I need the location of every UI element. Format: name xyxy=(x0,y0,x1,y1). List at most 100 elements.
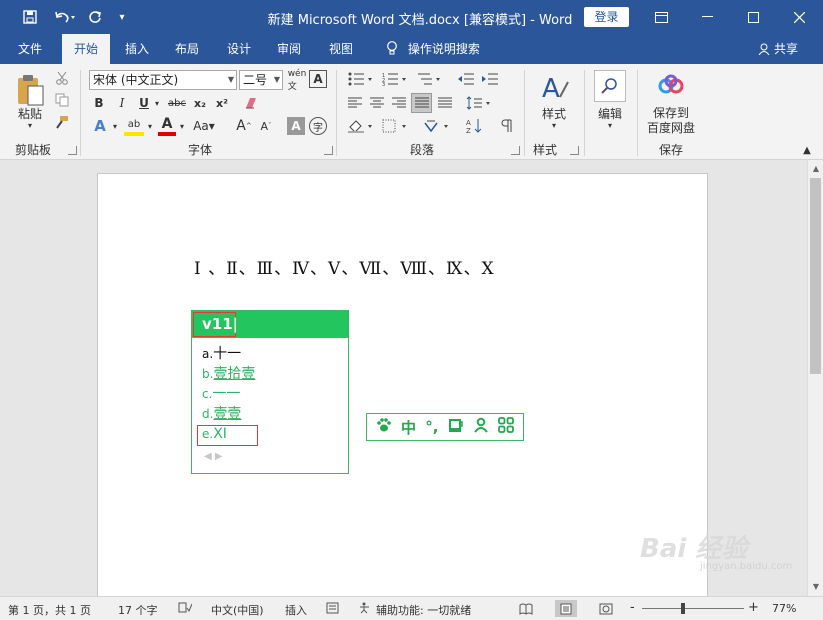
zoom-slider-thumb[interactable] xyxy=(681,603,685,614)
tab-review[interactable]: 审阅 xyxy=(266,34,312,64)
styles-launcher-icon[interactable] xyxy=(570,146,579,155)
ribbon-display-icon[interactable] xyxy=(638,0,684,34)
highlight-dropdown-icon[interactable]: ▾ xyxy=(145,116,155,136)
ime-candidate-b[interactable]: b.壹拾壹 xyxy=(202,364,255,384)
copy-icon[interactable] xyxy=(54,92,70,108)
ime-punctuation-toggle[interactable]: °, xyxy=(425,418,438,436)
bullets-icon[interactable] xyxy=(346,70,376,88)
grid-icon[interactable] xyxy=(498,417,515,437)
font-color-icon[interactable]: A xyxy=(158,116,176,136)
ime-candidate-a[interactable]: a.十一 xyxy=(202,344,255,364)
styles-icon[interactable]: A xyxy=(538,70,572,104)
close-icon[interactable] xyxy=(776,0,822,34)
collapse-ribbon-icon[interactable]: ▲ xyxy=(800,144,814,156)
maximize-icon[interactable] xyxy=(730,0,776,34)
zoom-in-button[interactable]: + xyxy=(748,600,759,615)
shrink-font-icon[interactable]: Aˇ xyxy=(257,116,275,136)
font-color-dropdown-icon[interactable]: ▾ xyxy=(177,116,187,136)
minimize-icon[interactable] xyxy=(684,0,730,34)
clipboard-launcher-icon[interactable] xyxy=(68,146,77,155)
align-left-icon[interactable] xyxy=(346,94,364,112)
tab-file[interactable]: 文件 xyxy=(6,34,54,64)
subscript-icon[interactable]: x₂ xyxy=(191,94,209,112)
enclose-characters-icon[interactable]: 字 xyxy=(309,117,327,135)
macro-icon[interactable] xyxy=(326,602,339,617)
share-button[interactable]: 共享 xyxy=(758,34,798,64)
cup-icon[interactable] xyxy=(448,417,464,437)
phonetic-guide-icon[interactable]: wén 文 xyxy=(287,69,307,92)
scroll-down-icon[interactable]: ▼ xyxy=(808,580,823,594)
ime-candidate-d[interactable]: d.壹壹 xyxy=(202,404,255,424)
editing-icon[interactable] xyxy=(594,70,626,102)
distributed-icon[interactable] xyxy=(436,94,454,112)
justify-icon[interactable] xyxy=(411,93,432,113)
clear-formatting-icon[interactable] xyxy=(243,94,261,112)
baidu-netdisk-icon[interactable] xyxy=(656,72,686,100)
save-icon[interactable] xyxy=(18,0,42,34)
accessibility-status[interactable]: 辅助功能: 一切就绪 xyxy=(376,602,471,618)
underline-icon[interactable]: U xyxy=(136,94,152,112)
character-border-icon[interactable]: A xyxy=(309,70,327,88)
styles-dropdown-icon[interactable]: ▾ xyxy=(546,120,562,130)
multilevel-list-icon[interactable] xyxy=(414,70,444,88)
grow-font-icon[interactable]: A ^ xyxy=(235,116,253,136)
increase-indent-icon[interactable] xyxy=(480,70,500,88)
format-painter-icon[interactable] xyxy=(54,114,70,130)
font-launcher-icon[interactable] xyxy=(324,146,333,155)
numbering-icon[interactable]: 123 xyxy=(380,70,410,88)
paste-dropdown-icon[interactable]: ▾ xyxy=(22,120,38,130)
show-marks-icon[interactable] xyxy=(496,117,516,135)
language[interactable]: 中文(中国) xyxy=(211,602,264,618)
scroll-thumb[interactable] xyxy=(810,178,821,374)
print-layout-icon[interactable] xyxy=(555,600,577,617)
italic-icon[interactable]: I xyxy=(114,94,130,112)
text-effects-icon[interactable]: A xyxy=(91,116,109,136)
tab-layout[interactable]: 布局 xyxy=(164,34,210,64)
roman-numerals-text[interactable]: Ⅰ 、Ⅱ、Ⅲ、Ⅳ、Ⅴ、Ⅶ、Ⅷ、Ⅸ、Ⅹ xyxy=(194,254,495,279)
ime-chinese-mode-toggle[interactable]: 中 xyxy=(401,417,416,438)
shading-icon[interactable] xyxy=(346,117,376,135)
highlight-icon[interactable]: ab xyxy=(124,116,144,136)
tell-me-search[interactable]: 操作说明搜索 xyxy=(378,34,488,64)
insert-mode[interactable]: 插入 xyxy=(285,602,307,618)
change-case-icon[interactable]: Aa▾ xyxy=(191,116,217,136)
font-size-select[interactable]: 二号 ▼ xyxy=(239,70,283,90)
zoom-level[interactable]: 77% xyxy=(772,602,796,615)
page-count[interactable]: 第 1 页，共 1 页 xyxy=(8,602,91,618)
word-count[interactable]: 17 个字 xyxy=(118,602,158,618)
chinese-layout-icon[interactable] xyxy=(422,117,452,135)
login-button[interactable]: 登录 xyxy=(584,7,629,27)
zoom-slider[interactable] xyxy=(642,608,744,609)
document-page[interactable]: Ⅰ 、Ⅱ、Ⅲ、Ⅳ、Ⅴ、Ⅶ、Ⅷ、Ⅸ、Ⅹ v11| a.十一 b.壹拾壹 c.一一 … xyxy=(97,173,708,596)
paragraph-launcher-icon[interactable] xyxy=(511,146,520,155)
read-mode-icon[interactable] xyxy=(515,600,537,617)
text-effects-dropdown-icon[interactable]: ▾ xyxy=(110,116,120,136)
zoom-out-button[interactable]: - xyxy=(630,600,635,615)
cut-icon[interactable] xyxy=(54,70,70,86)
superscript-icon[interactable]: x² xyxy=(213,94,231,112)
tab-home[interactable]: 开始 xyxy=(62,34,110,64)
ime-page-nav[interactable]: ◀ ▶ xyxy=(204,451,223,462)
bold-icon[interactable]: B xyxy=(91,94,107,112)
customize-icon[interactable]: ▾ xyxy=(114,0,130,34)
proofing-icon[interactable] xyxy=(178,602,193,617)
line-spacing-icon[interactable] xyxy=(464,94,494,112)
font-family-select[interactable]: 宋体 (中文正文) ▼ xyxy=(89,70,237,90)
redo-icon[interactable] xyxy=(84,0,106,34)
vertical-scrollbar[interactable]: ▲ ▼ xyxy=(807,160,823,596)
tab-insert[interactable]: 插入 xyxy=(114,34,160,64)
align-right-icon[interactable] xyxy=(390,94,408,112)
align-center-icon[interactable] xyxy=(368,94,386,112)
accessibility-icon[interactable] xyxy=(358,602,371,617)
save-to-line2[interactable]: 百度网盘 xyxy=(640,119,702,135)
user-icon[interactable] xyxy=(473,417,489,437)
web-layout-icon[interactable] xyxy=(595,600,617,617)
underline-dropdown-icon[interactable]: ▾ xyxy=(152,94,162,112)
borders-icon[interactable] xyxy=(380,117,410,135)
character-shading-icon[interactable]: A xyxy=(287,117,305,135)
sort-icon[interactable]: AZ xyxy=(464,117,484,135)
ime-candidate-c[interactable]: c.一一 xyxy=(202,384,255,404)
tab-design[interactable]: 设计 xyxy=(216,34,262,64)
editing-dropdown-icon[interactable]: ▾ xyxy=(602,120,618,130)
decrease-indent-icon[interactable] xyxy=(456,70,476,88)
